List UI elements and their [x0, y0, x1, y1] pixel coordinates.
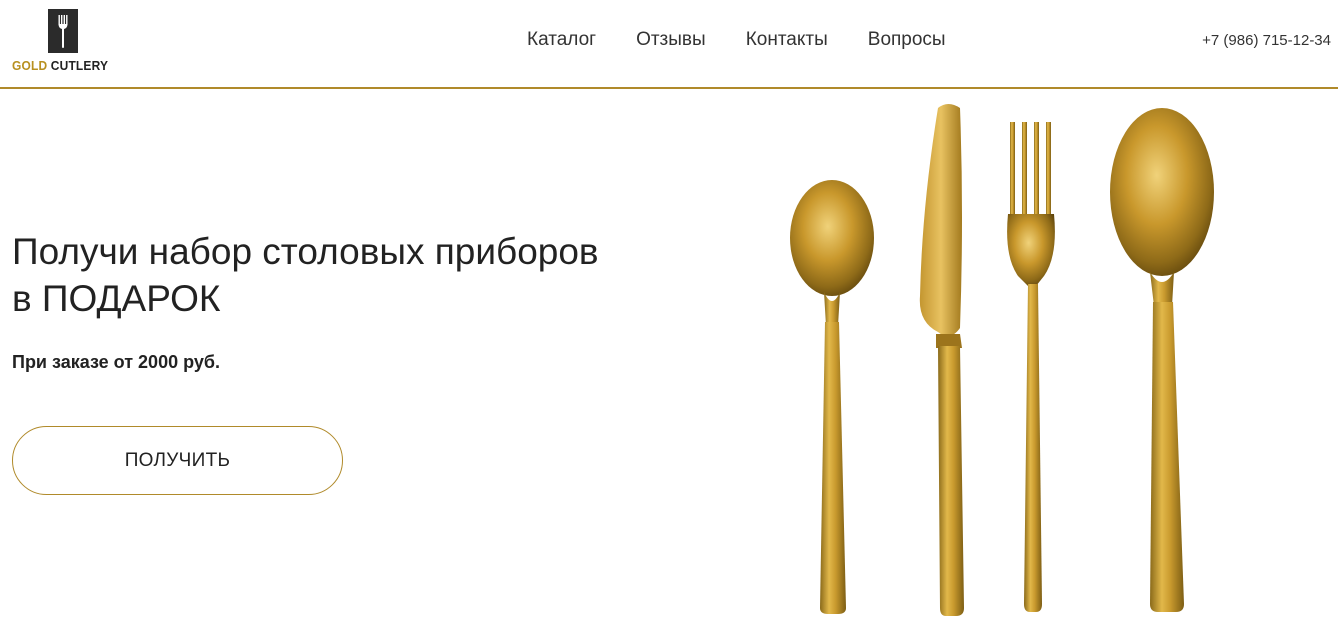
hero-title-line-2: в ПОДАРОК [12, 278, 221, 319]
fork-icon [48, 9, 78, 53]
logo[interactable]: GOLD CUTLERY [12, 9, 112, 75]
logo-word-gold: GOLD [12, 58, 48, 73]
nav-item-catalog[interactable]: Каталог [527, 28, 596, 52]
nav-item-contacts[interactable]: Контакты [746, 28, 828, 52]
get-gift-button[interactable]: ПОЛУЧИТЬ [12, 426, 343, 495]
hero-title: Получи набор столовых приборов в ПОДАРОК [12, 228, 712, 322]
hero-title-line-1: Получи набор столовых приборов [12, 231, 599, 272]
hero-subtitle: При заказе от 2000 руб. [12, 352, 220, 372]
logo-wordmark: GOLD CUTLERY [12, 58, 108, 73]
teaspoon-shape [790, 180, 874, 614]
logo-word-cutlery: CUTLERY [47, 58, 109, 73]
knife-shape [919, 104, 964, 616]
phone-link[interactable]: +7 (986) 715-12-34 [1202, 31, 1331, 51]
fork-shape [1007, 122, 1055, 612]
nav-item-faq[interactable]: Вопросы [868, 28, 946, 52]
nav-item-reviews[interactable]: Отзывы [636, 28, 706, 52]
site-header: GOLD CUTLERY Каталог Отзывы Контакты Воп… [0, 0, 1338, 89]
cutlery-image [760, 96, 1260, 626]
tablespoon-shape [1110, 108, 1214, 612]
main-nav: Каталог Отзывы Контакты Вопросы [527, 28, 986, 52]
